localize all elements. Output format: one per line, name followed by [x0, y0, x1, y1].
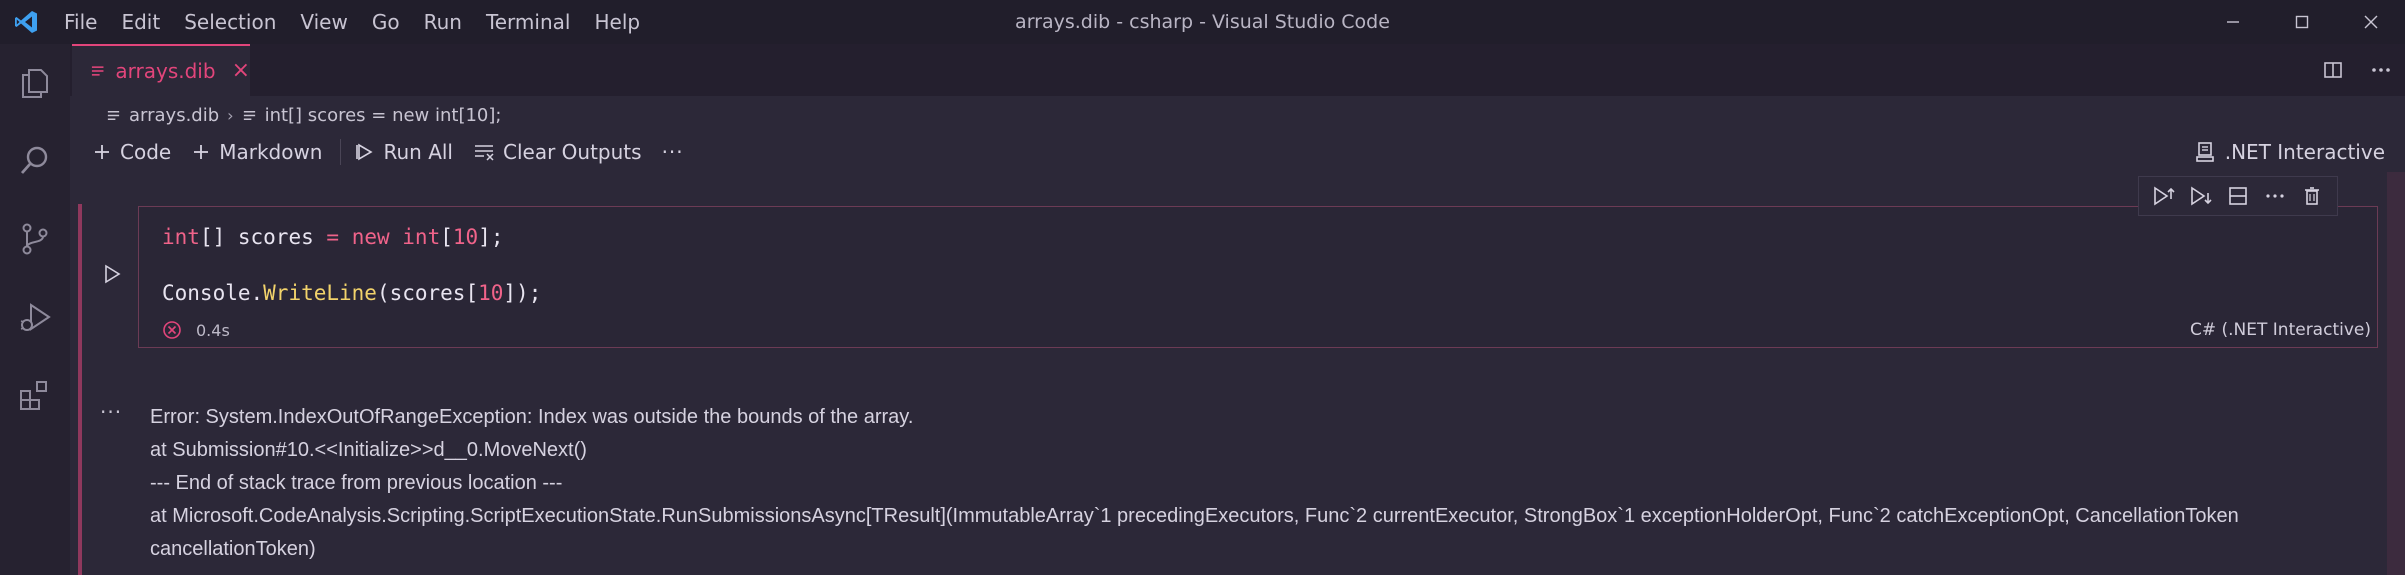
- file-lines-icon: [107, 110, 120, 120]
- tab-actions: [2309, 44, 2405, 96]
- tab-arrays-dib[interactable]: arrays.dib ×: [72, 44, 250, 96]
- menu-file[interactable]: File: [52, 0, 109, 44]
- split-editor-button[interactable]: [2309, 44, 2357, 96]
- explorer-button[interactable]: [0, 44, 70, 122]
- run-debug-button[interactable]: [0, 278, 70, 356]
- clear-outputs-button[interactable]: Clear Outputs: [467, 132, 648, 172]
- clear-outputs-label: Clear Outputs: [503, 140, 642, 164]
- menu-view[interactable]: View: [288, 0, 359, 44]
- run-all-button[interactable]: Run All: [349, 132, 459, 172]
- breadcrumb-symbol-label: int[] scores = new int[10];: [264, 104, 502, 126]
- maximize-button[interactable]: [2267, 0, 2336, 44]
- run-above-button[interactable]: [2149, 181, 2179, 211]
- chevron-right-icon: ›: [227, 105, 234, 125]
- editor-area: arrays.dib × arrays.dib › int[] scores =…: [70, 44, 2405, 575]
- activity-bar: [0, 44, 70, 575]
- menu-help[interactable]: Help: [582, 0, 652, 44]
- source-control-icon: [22, 223, 48, 255]
- cell-toolbar: [2138, 176, 2338, 216]
- code-line-2[interactable]: Console.WriteLine(scores[10]);: [162, 281, 541, 305]
- run-all-icon: [356, 143, 374, 161]
- breadcrumb-file[interactable]: arrays.dib: [106, 105, 219, 126]
- ellipsis-icon: ···: [661, 140, 684, 164]
- cell-output: Error: System.IndexOutOfRangeException: …: [150, 401, 2390, 566]
- clear-all-icon: [475, 145, 494, 161]
- title-bar: File Edit Selection View Go Run Terminal…: [0, 0, 2405, 44]
- tab-close-icon[interactable]: ×: [232, 60, 250, 82]
- kernel-icon: [2195, 142, 2214, 162]
- output-line: Error: System.IndexOutOfRangeException: …: [150, 406, 914, 428]
- breadcrumb-file-label: arrays.dib: [129, 104, 220, 126]
- search-icon: [20, 146, 48, 174]
- toolbar-divider: [340, 139, 342, 165]
- code-line-1[interactable]: int[] scores = new int[10];: [162, 225, 503, 249]
- ellipsis-icon: [2372, 68, 2390, 72]
- kernel-label: .NET Interactive: [2224, 140, 2385, 164]
- error-icon: [163, 321, 181, 339]
- file-lines-icon: [243, 110, 255, 120]
- close-icon: [2364, 15, 2377, 29]
- cell-focus-indicator: [78, 204, 82, 575]
- breadcrumb: arrays.dib › int[] scores = new int[10];: [106, 100, 501, 130]
- menu-go[interactable]: Go: [360, 0, 412, 44]
- vscode-logo-icon: [0, 0, 52, 44]
- split-cell-button[interactable]: [2223, 181, 2253, 211]
- menu-terminal[interactable]: Terminal: [474, 0, 583, 44]
- menu-edit[interactable]: Edit: [109, 0, 172, 44]
- close-window-button[interactable]: [2336, 0, 2405, 44]
- tab-bar: arrays.dib ×: [70, 44, 2405, 96]
- kernel-picker[interactable]: .NET Interactive: [2195, 132, 2385, 172]
- add-markdown-label: Markdown: [219, 140, 323, 164]
- trash-icon: [2305, 187, 2320, 205]
- more-actions-button[interactable]: [2357, 44, 2405, 96]
- files-icon: [22, 69, 48, 98]
- minimize-button[interactable]: [2198, 0, 2267, 44]
- add-code-cell-button[interactable]: Code: [86, 132, 177, 172]
- delete-cell-button[interactable]: [2297, 181, 2327, 211]
- add-code-label: Code: [120, 140, 172, 164]
- run-above-icon: [2153, 186, 2175, 206]
- cell-more-button[interactable]: [2260, 181, 2290, 211]
- cell-language-picker[interactable]: C# (.NET Interactive): [2190, 320, 2371, 340]
- search-button[interactable]: [0, 122, 70, 200]
- ellipsis-icon: [2266, 194, 2284, 198]
- minimize-icon: [2226, 21, 2239, 23]
- tab-label: arrays.dib: [115, 59, 216, 83]
- run-below-button[interactable]: [2186, 181, 2216, 211]
- maximize-icon: [2295, 15, 2308, 29]
- add-markdown-cell-button[interactable]: Markdown: [185, 132, 328, 172]
- split-editor-icon: [2324, 62, 2342, 78]
- execute-cell-button[interactable]: [100, 262, 124, 286]
- run-all-label: Run All: [383, 140, 453, 164]
- split-cell-icon: [2229, 187, 2247, 205]
- play-icon: [105, 264, 121, 284]
- plus-icon: [95, 145, 109, 159]
- execution-duration: 0.4s: [196, 320, 230, 340]
- file-lines-icon: [91, 66, 104, 76]
- notebook-toolbar: Code Markdown Run All Clear Outputs ···: [86, 132, 698, 172]
- menu-run[interactable]: Run: [412, 0, 474, 44]
- source-control-button[interactable]: [0, 200, 70, 278]
- output-line: at Microsoft.CodeAnalysis.Scripting.Scri…: [150, 505, 2239, 560]
- menu-bar: File Edit Selection View Go Run Terminal…: [52, 0, 652, 44]
- output-line: at Submission#10.<<Initialize>>d__0.Move…: [150, 439, 587, 461]
- output-line: --- End of stack trace from previous loc…: [150, 472, 563, 494]
- plus-icon: [194, 145, 209, 159]
- run-below-icon: [2190, 186, 2212, 206]
- menu-selection[interactable]: Selection: [172, 0, 288, 44]
- cell-status: 0.4s: [162, 318, 230, 342]
- extensions-button[interactable]: [0, 356, 70, 434]
- output-more-button[interactable]: ···: [100, 400, 122, 424]
- breadcrumb-symbol[interactable]: int[] scores = new int[10];: [242, 104, 502, 126]
- toolbar-more-button[interactable]: ···: [656, 132, 690, 172]
- extensions-icon: [20, 381, 47, 410]
- window-controls: [2198, 0, 2405, 44]
- run-debug-icon: [20, 303, 51, 331]
